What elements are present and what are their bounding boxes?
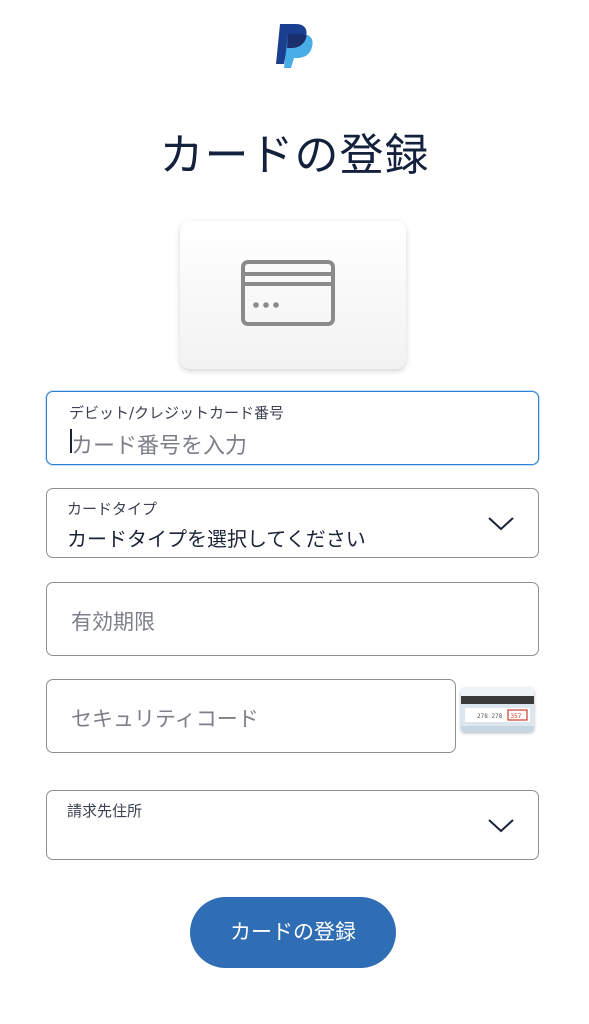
expiry-date-placeholder: 有効期限 bbox=[71, 610, 155, 634]
billing-address-select[interactable]: 請求先住所 bbox=[46, 790, 539, 860]
security-code-field[interactable]: セキュリティコード bbox=[46, 679, 456, 753]
add-card-button[interactable]: カードの登録 bbox=[190, 897, 396, 968]
card-type-value: カードタイプを選択してください bbox=[67, 527, 366, 551]
credit-card-icon bbox=[241, 260, 335, 326]
card-number-placeholder: カード番号を入力 bbox=[71, 434, 248, 459]
chevron-down-icon bbox=[488, 517, 514, 531]
paypal-logo-icon bbox=[274, 20, 318, 70]
card-number-label: デビット/クレジットカード番号 bbox=[69, 404, 285, 422]
cvv-card-back-image[interactable]: 278 278 357 bbox=[461, 688, 534, 732]
billing-address-label: 請求先住所 bbox=[67, 802, 143, 820]
card-type-label: カードタイプ bbox=[67, 500, 158, 518]
card-digits-text: 278 278 bbox=[477, 713, 503, 720]
card-illustration bbox=[180, 221, 406, 369]
card-type-select[interactable]: カードタイプ カードタイプを選択してください bbox=[46, 488, 539, 558]
card-number-field[interactable]: デビット/クレジットカード番号 カード番号を入力 bbox=[46, 391, 539, 465]
page-title: カードの登録 bbox=[159, 130, 430, 181]
expiry-date-field[interactable]: 有効期限 bbox=[46, 582, 539, 656]
cvv-digits-text: 357 bbox=[511, 713, 522, 720]
security-code-placeholder: セキュリティコード bbox=[71, 707, 259, 731]
chevron-down-icon bbox=[488, 819, 514, 833]
